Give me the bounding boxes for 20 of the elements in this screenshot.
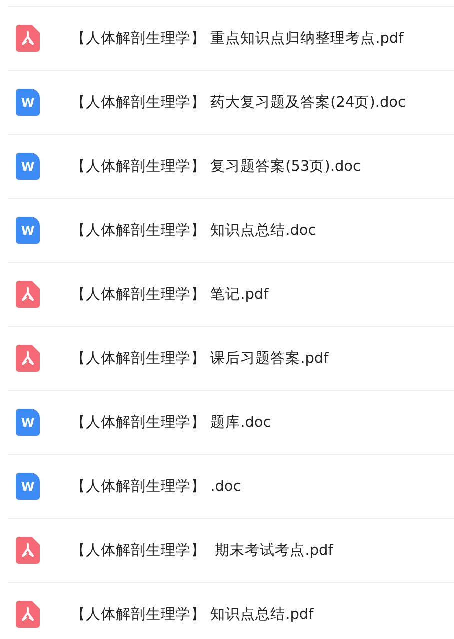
file-name-link[interactable]: 【人体解剖生理学】 复习题答案(53页).doc xyxy=(71,157,362,176)
pdf-file-icon xyxy=(16,281,40,308)
word-file-icon: W xyxy=(16,89,40,116)
file-name-link[interactable]: 【人体解剖生理学】 药大复习题及答案(24页).doc xyxy=(71,93,406,112)
word-file-icon: W xyxy=(16,217,40,244)
pdf-file-icon xyxy=(16,25,40,52)
pdf-file-icon xyxy=(16,345,40,372)
pdf-file-icon xyxy=(16,537,40,564)
file-name-link[interactable]: 【人体解剖生理学】 知识点总结.pdf xyxy=(71,605,314,624)
pdf-file-icon xyxy=(16,601,40,628)
file-name-link[interactable]: 【人体解剖生理学】 .doc xyxy=(71,477,242,496)
file-name-link[interactable]: 【人体解剖生理学】 知识点总结.doc xyxy=(71,221,316,240)
word-file-icon: W xyxy=(16,153,40,180)
file-name-link[interactable]: 【人体解剖生理学】 期末考试考点.pdf xyxy=(71,541,334,560)
file-name-link[interactable]: 【人体解剖生理学】 笔记.pdf xyxy=(71,285,269,304)
word-file-icon: W xyxy=(16,473,40,500)
file-name-link[interactable]: 【人体解剖生理学】 重点知识点归纳整理考点.pdf xyxy=(71,29,404,48)
file-name-link[interactable]: 【人体解剖生理学】 课后习题答案.pdf xyxy=(71,349,329,368)
file-name-link[interactable]: 【人体解剖生理学】 题库.doc xyxy=(71,413,272,432)
word-file-icon: W xyxy=(16,409,40,436)
